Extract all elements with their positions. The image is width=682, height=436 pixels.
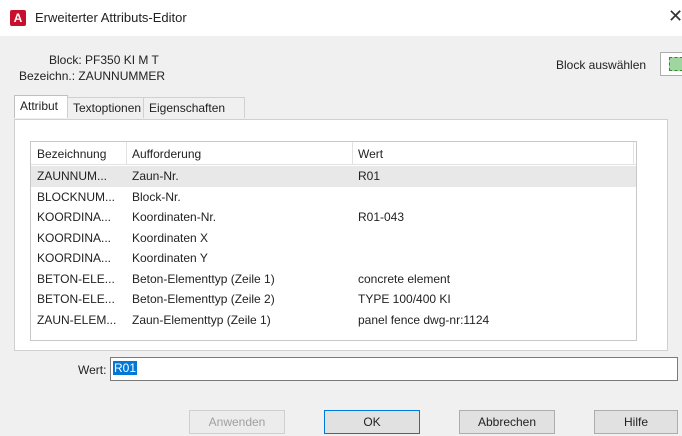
attribute-value: TYPE 100/400 KI xyxy=(358,292,451,306)
attribute-tag: BETON-ELE... xyxy=(37,271,115,286)
attribute-prompt: Koordinaten-Nr. xyxy=(132,210,217,224)
column-header-aufforderung[interactable]: Aufforderung xyxy=(132,147,201,161)
apply-button[interactable]: Anwenden xyxy=(189,410,285,434)
tab-attribut[interactable]: Attribut xyxy=(14,95,68,118)
attribute-prompt: Zaun-Elementtyp (Zeile 1) xyxy=(132,312,271,327)
block-row: Block: PF350 KI M T xyxy=(49,53,159,67)
column-divider[interactable] xyxy=(633,142,634,164)
attribute-row[interactable]: BETON-ELE... Beton-Elementtyp (Zeile 1) … xyxy=(31,269,636,290)
attribute-tag: BETON-ELE... xyxy=(37,292,115,306)
close-icon[interactable]: ✕ xyxy=(668,6,682,27)
ok-button[interactable]: OK xyxy=(324,410,420,434)
attribute-tag: KOORDINA... xyxy=(37,230,112,245)
block-label: Block: xyxy=(49,53,82,67)
attribute-list: Bezeichnung Aufforderung Wert ZAUNNUM...… xyxy=(30,141,637,341)
attribute-tag: ZAUN-ELEM... xyxy=(37,312,117,327)
attribute-row[interactable]: KOORDINA... Koordinaten Y xyxy=(31,248,636,269)
attribute-row[interactable]: ZAUN-ELEM... Zaun-Elementtyp (Zeile 1) p… xyxy=(31,310,636,331)
bezeichnung-row: Bezeichn.: ZAUNNUMMER xyxy=(19,69,165,83)
attribute-tag: KOORDINA... xyxy=(37,210,112,224)
attribute-rows: ZAUNNUM... Zaun-Nr. R01 BLOCKNUM... Bloc… xyxy=(31,166,636,330)
bezeichnung-value: ZAUNNUMMER xyxy=(78,69,166,83)
tab-eigenschaften[interactable]: Eigenschaften xyxy=(143,97,245,118)
attribute-prompt: Beton-Elementtyp (Zeile 2) xyxy=(132,292,275,306)
attribute-prompt: Koordinaten X xyxy=(132,230,209,245)
tab-textoptionen[interactable]: Textoptionen xyxy=(67,97,144,118)
title-bar: A Erweiterter Attributs-Editor ✕ xyxy=(0,0,682,36)
attribute-prompt: Zaun-Nr. xyxy=(132,169,179,183)
attribute-row[interactable]: KOORDINA... Koordinaten-Nr. R01-043 xyxy=(31,207,636,228)
attribute-value: R01-043 xyxy=(358,210,405,224)
attribute-tag: KOORDINA... xyxy=(37,251,112,265)
attribute-row[interactable]: KOORDINA... Koordinaten X xyxy=(31,228,636,249)
column-divider[interactable] xyxy=(352,142,353,164)
bezeichnung-label: Bezeichn.: xyxy=(19,69,76,83)
attribute-prompt: Beton-Elementtyp (Zeile 1) xyxy=(132,271,275,286)
window-title: Erweiterter Attributs-Editor xyxy=(35,10,187,25)
column-header-wert[interactable]: Wert xyxy=(358,147,383,161)
block-name-value: PF350 KI M T xyxy=(85,53,159,67)
attribute-value: panel fence dwg-nr:1124 xyxy=(358,312,490,327)
attribute-row[interactable]: ZAUNNUM... Zaun-Nr. R01 xyxy=(31,166,636,187)
attribute-tag: BLOCKNUM... xyxy=(37,189,116,204)
value-label: Wert: xyxy=(78,363,107,377)
attribute-prompt: Block-Nr. xyxy=(132,189,181,204)
value-input-text: R01 xyxy=(113,361,138,375)
attribute-prompt: Koordinaten Y xyxy=(132,251,208,265)
list-header: Bezeichnung Aufforderung Wert xyxy=(31,142,636,165)
attribute-row[interactable]: BLOCKNUM... Block-Nr. xyxy=(31,187,636,208)
cancel-button[interactable]: Abbrechen xyxy=(459,410,555,434)
column-header-bezeichnung[interactable]: Bezeichnung xyxy=(37,147,106,161)
column-divider[interactable] xyxy=(126,142,127,164)
autocad-app-icon: A xyxy=(10,10,26,26)
select-objects-icon xyxy=(669,57,682,71)
attribute-value: concrete element xyxy=(358,271,451,286)
attribute-tag: ZAUNNUM... xyxy=(37,169,107,183)
block-select-button[interactable] xyxy=(660,52,682,76)
block-select-label: Block auswählen xyxy=(556,58,647,72)
attribute-row[interactable]: BETON-ELE... Beton-Elementtyp (Zeile 2) … xyxy=(31,289,636,310)
attribute-value: R01 xyxy=(358,169,381,183)
value-input[interactable]: R01 xyxy=(110,357,678,381)
help-button[interactable]: Hilfe xyxy=(594,410,678,434)
